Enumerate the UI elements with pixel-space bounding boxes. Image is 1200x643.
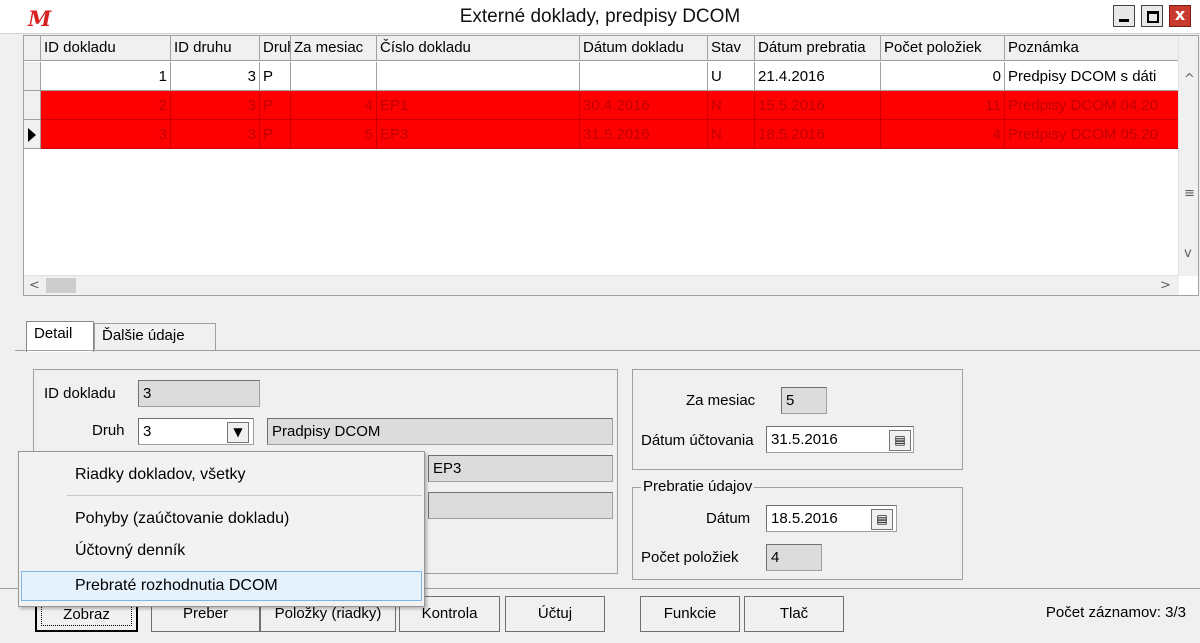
cell-id-druhu[interactable]: 3 (171, 120, 260, 149)
menu-item-riadky-dokladov[interactable]: Riadky dokladov, všetky (21, 460, 422, 490)
col-header-pocet-poloziek[interactable]: Počet položiek (881, 36, 1005, 61)
table-row[interactable]: 1 3 P U 21.4.2016 0 Predpisy DCOM s dáti (24, 62, 1179, 91)
col-header-druh[interactable]: Druh (260, 36, 291, 61)
second-detail-field[interactable] (428, 492, 613, 519)
maximize-button[interactable] (1141, 5, 1163, 27)
scroll-left-icon[interactable]: < (29, 278, 40, 293)
tab-dalsie-udaje[interactable]: Ďalšie údaje (94, 323, 216, 351)
pocet-poloziek-field[interactable]: 4 (766, 544, 822, 571)
pocet-poloziek-label: Počet položiek (641, 549, 739, 566)
col-header-poznamka[interactable]: Poznámka (1005, 36, 1179, 61)
cell-cislo-dokladu[interactable] (377, 62, 580, 91)
grid-header: ID dokladu ID druhu Druh Za mesiac Číslo… (24, 36, 1179, 61)
menu-item-pohyby[interactable]: Pohyby (zaúčtovanie dokladu) (21, 504, 422, 534)
header-indicator-cell (24, 36, 41, 61)
close-button[interactable]: x (1169, 5, 1191, 27)
cell-id-dokladu[interactable]: 2 (41, 91, 171, 120)
menu-item-uctovny-dennik[interactable]: Účtovný denník (21, 536, 422, 566)
record-count: Počet záznamov: 3/3 (1045, 604, 1186, 621)
cell-datum-prebratia[interactable]: 21.4.2016 (755, 62, 881, 91)
cell-datum-dokladu[interactable]: 31.5.2016 (580, 120, 708, 149)
row-indicator-current[interactable] (24, 120, 41, 149)
datum-uctovania-label: Dátum účtovania (641, 432, 754, 449)
cell-id-dokladu[interactable]: 3 (41, 120, 171, 149)
close-icon: x (1174, 5, 1186, 24)
cell-druh[interactable]: P (260, 62, 291, 91)
cell-datum-dokladu[interactable]: 30.4.2016 (580, 91, 708, 120)
table-row[interactable]: 3 3 P 5 EP3 31.5.2016 N 18.5.2016 4 Pred… (24, 120, 1179, 149)
cell-pocet-poloziek[interactable]: 0 (881, 62, 1005, 91)
cell-pocet-poloziek[interactable]: 4 (881, 120, 1005, 149)
id-dokladu-label: ID dokladu (44, 385, 116, 402)
current-row-arrow-icon (28, 128, 36, 142)
dropdown-arrow-icon[interactable]: ▼ (227, 422, 249, 443)
cell-poznamka[interactable]: Predpisy DCOM 04.20 (1005, 91, 1179, 120)
scroll-right-icon[interactable]: > (1160, 278, 1171, 293)
menu-item-prebrate-rozhodnutia[interactable]: Prebraté rozhodnutia DCOM (21, 571, 422, 601)
tlac-button[interactable]: Tlač (744, 596, 844, 632)
row-indicator[interactable] (24, 91, 41, 120)
col-header-datum-prebratia[interactable]: Dátum prebratia (755, 36, 881, 61)
za-mesiac-label: Za mesiac (686, 392, 756, 409)
cell-poznamka[interactable]: Predpisy DCOM s dáti (1005, 62, 1179, 91)
cell-datum-prebratia[interactable]: 18.5.2016 (755, 120, 881, 149)
id-dokladu-field[interactable]: 3 (138, 380, 260, 407)
cell-cislo-dokladu[interactable]: EP1 (377, 91, 580, 120)
scroll-down-icon[interactable]: v (1184, 246, 1192, 261)
cell-druh[interactable]: P (260, 91, 291, 120)
cell-stav[interactable]: N (708, 120, 755, 149)
cell-za-mesiac[interactable] (291, 62, 377, 91)
row-indicator[interactable] (24, 62, 41, 91)
menu-separator (67, 495, 422, 496)
scroll-thumb-grip-icon[interactable]: ≡ (1184, 186, 1195, 201)
cell-id-dokladu[interactable]: 1 (41, 62, 171, 91)
scroll-up-icon[interactable]: ^ (1184, 72, 1195, 87)
col-header-id-dokladu[interactable]: ID dokladu (41, 36, 171, 61)
uctuj-button[interactable]: Účtuj (505, 596, 605, 632)
druh-label: Druh (92, 422, 125, 439)
minimize-button[interactable] (1113, 5, 1135, 27)
period-group: Za mesiac 5 Dátum účtovania 31.5.2016 ▤ (632, 369, 963, 470)
col-header-za-mesiac[interactable]: Za mesiac (291, 36, 377, 61)
cell-datum-dokladu[interactable] (580, 62, 708, 91)
col-header-id-druhu[interactable]: ID druhu (171, 36, 260, 61)
cell-za-mesiac[interactable]: 4 (291, 91, 377, 120)
zobraz-popup-menu: Riadky dokladov, všetky Pohyby (zaúčtova… (18, 451, 425, 607)
prebratie-legend: Prebratie údajov (641, 478, 755, 495)
cell-poznamka[interactable]: Predpisy DCOM 05.20 (1005, 120, 1179, 149)
col-header-stav[interactable]: Stav (708, 36, 755, 61)
tab-detail[interactable]: Detail (26, 321, 94, 352)
funkcie-button[interactable]: Funkcie (640, 596, 740, 632)
cell-pocet-poloziek[interactable]: 11 (881, 91, 1005, 120)
title-bar: M Externé doklady, predpisy DCOM x (0, 0, 1200, 34)
cell-stav[interactable]: N (708, 91, 755, 120)
col-header-datum-dokladu[interactable]: Dátum dokladu (580, 36, 708, 61)
cislo-dokladu-field[interactable]: EP3 (428, 455, 613, 482)
horizontal-scrollbar[interactable]: < > (24, 275, 1179, 295)
horizontal-scroll-thumb[interactable] (46, 278, 76, 293)
cell-id-druhu[interactable]: 3 (171, 91, 260, 120)
datum-label: Dátum (706, 510, 751, 527)
za-mesiac-field[interactable]: 5 (781, 387, 827, 414)
window-title: Externé doklady, predpisy DCOM (459, 6, 741, 27)
table-row[interactable]: 2 3 P 4 EP1 30.4.2016 N 15.5.2016 11 Pre… (24, 91, 1179, 120)
col-header-cislo-dokladu[interactable]: Číslo dokladu (377, 36, 580, 61)
cell-cislo-dokladu[interactable]: EP3 (377, 120, 580, 149)
cell-stav[interactable]: U (708, 62, 755, 91)
cell-id-druhu[interactable]: 3 (171, 62, 260, 91)
cell-datum-prebratia[interactable]: 15.5.2016 (755, 91, 881, 120)
calendar-icon[interactable]: ▤ (889, 430, 911, 451)
druh-name-field[interactable]: Pradpisy DCOM (267, 418, 613, 445)
cell-druh[interactable]: P (260, 120, 291, 149)
prebratie-group: Prebratie údajov Dátum 18.5.2016 ▤ Počet… (632, 478, 963, 580)
vertical-scrollbar[interactable]: ^ ≡ v (1178, 36, 1198, 276)
cell-za-mesiac[interactable]: 5 (291, 120, 377, 149)
calendar-icon[interactable]: ▤ (871, 509, 893, 530)
documents-grid[interactable]: ID dokladu ID druhu Druh Za mesiac Číslo… (23, 35, 1199, 296)
